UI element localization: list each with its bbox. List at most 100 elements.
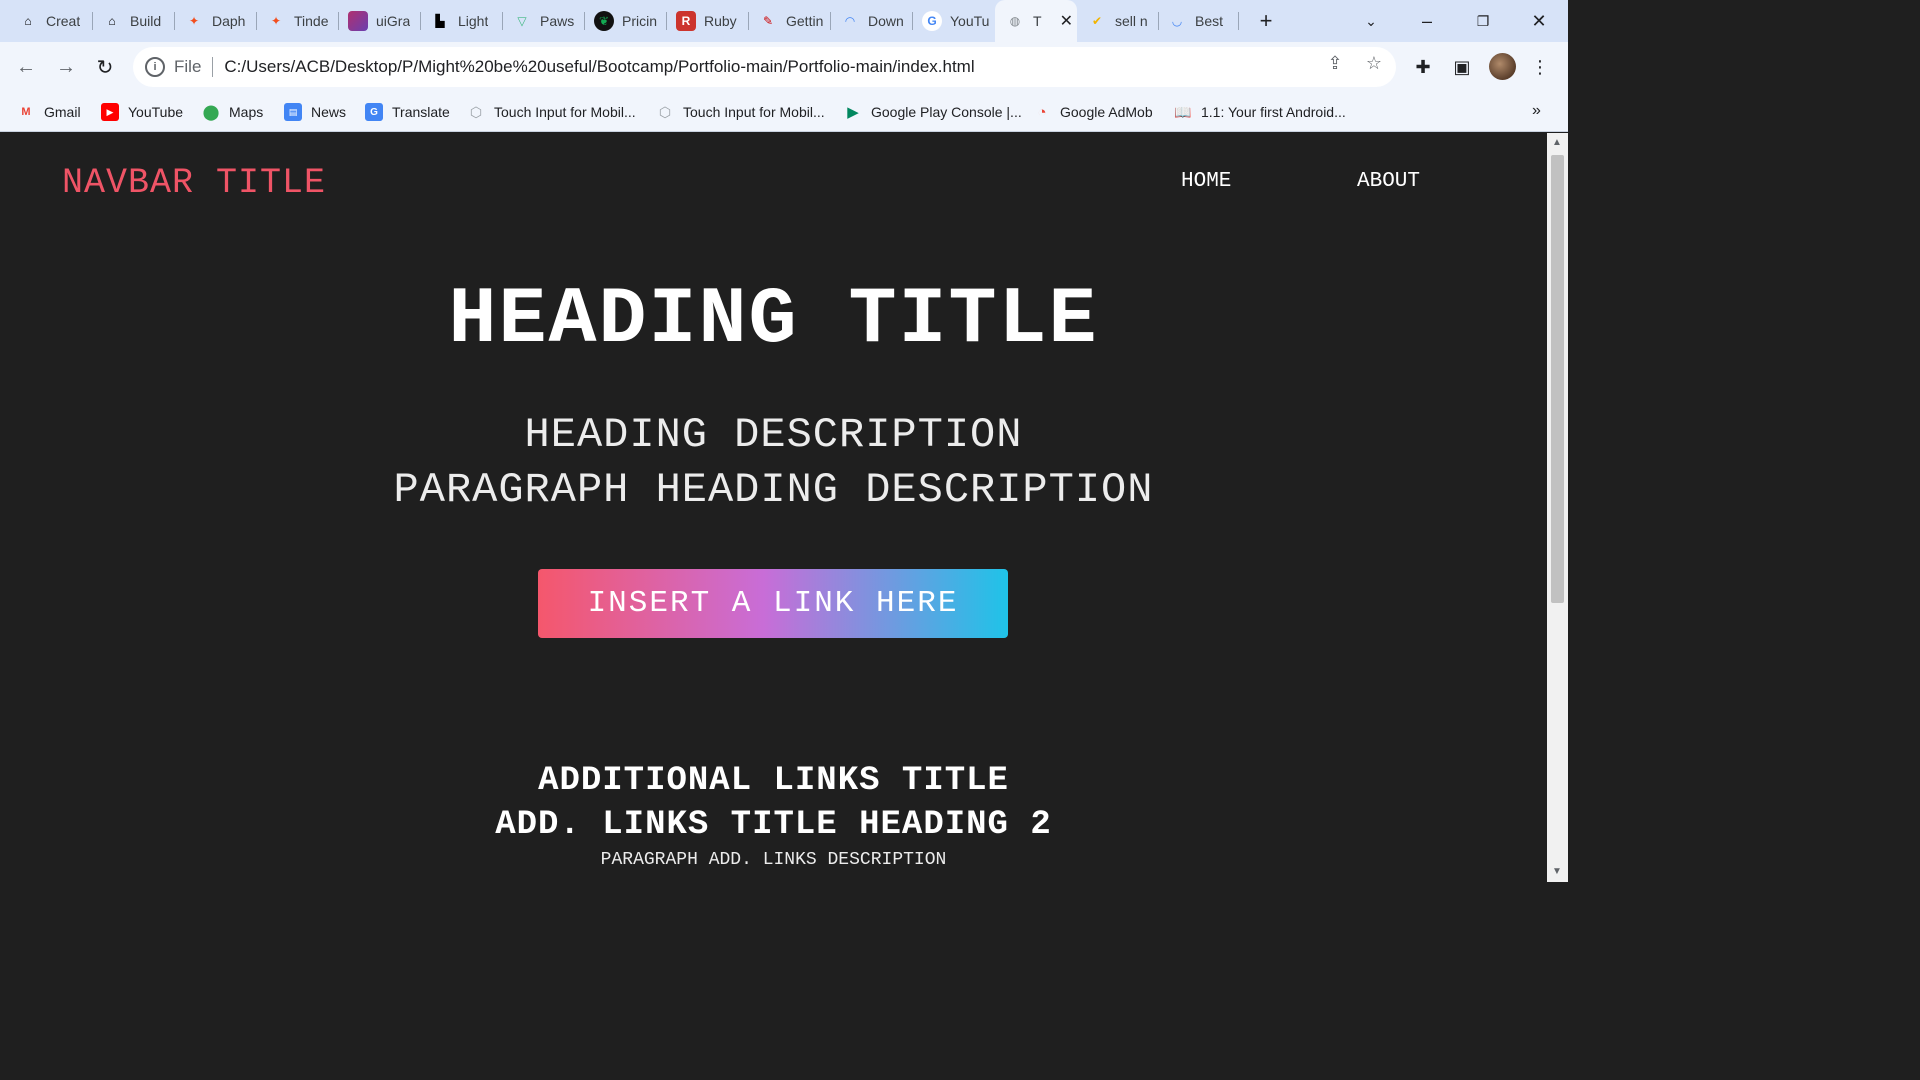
translate-icon: G <box>365 103 383 121</box>
share-icon[interactable]: ⇪ <box>1324 52 1346 74</box>
close-window-icon[interactable]: ✕ <box>1526 8 1552 34</box>
address-url[interactable]: C:/Users/ACB/Desktop/P/Might%20be%20usef… <box>224 57 974 77</box>
address-divider <box>212 57 214 77</box>
news-icon: ▤ <box>284 103 302 121</box>
tab-title: Pricin <box>622 13 658 29</box>
tab-item[interactable]: ✔ sell n <box>1077 8 1159 34</box>
lighthouse-icon: ▙ <box>435 14 445 28</box>
unity-icon: ⬡ <box>469 103 483 120</box>
address-scheme: File <box>174 57 202 76</box>
tab-title: sell n <box>1115 13 1148 29</box>
additional-links-heading-2: ADD. LINKS TITLE HEADING 2 <box>495 806 1052 844</box>
profile-avatar[interactable] <box>1489 53 1516 80</box>
figma-icon: ✦ <box>188 14 200 28</box>
check-circle-icon: ✔ <box>1091 14 1103 28</box>
tab-item[interactable]: ✦ Daph <box>166 8 257 34</box>
restore-icon[interactable]: ❐ <box>1470 8 1496 34</box>
tab-title: Tinde <box>294 13 329 29</box>
figma-icon: ✦ <box>270 14 282 28</box>
tab-item[interactable]: ✦ Tinde <box>248 8 339 34</box>
tab-title: YouTu <box>950 13 990 29</box>
tab-item[interactable]: ⌂ Build <box>84 8 175 34</box>
bookmark-touch-input-2[interactable]: ⬡ Touch Input for Mobil... <box>656 101 825 123</box>
bookmark-touch-input-1[interactable]: ⬡ Touch Input for Mobil... <box>467 101 636 123</box>
tab-title: Paws <box>540 13 575 29</box>
admob-icon: ◔ <box>1037 103 1047 121</box>
bookmark-label: Translate <box>392 104 450 120</box>
scroll-down-arrow-icon[interactable]: ▼ <box>1552 866 1562 877</box>
navbar-title[interactable]: NAVBAR TITLE <box>62 163 326 203</box>
bookmark-translate[interactable]: G Translate <box>365 101 450 123</box>
google-icon: G <box>922 11 942 31</box>
tab-title: Gettin <box>786 13 824 29</box>
minimize-icon[interactable]: – <box>1414 8 1440 34</box>
back-arrow-icon[interactable]: ← <box>13 54 39 80</box>
tab-item[interactable]: ⌂ Creat <box>0 8 93 34</box>
unity-icon: ⬡ <box>658 103 672 120</box>
tab-title: uiGra <box>376 13 411 29</box>
tab-title: Daph <box>212 13 246 29</box>
loading-icon: ◡ <box>1172 14 1182 28</box>
bookmark-admob[interactable]: ◔ Google AdMob <box>1033 101 1152 123</box>
side-panel-icon[interactable]: ▣ <box>1450 55 1474 79</box>
close-tab-icon[interactable]: ✕ <box>1060 11 1073 31</box>
bookmark-news[interactable]: ▤ News <box>284 101 346 123</box>
tab-item[interactable]: ✎ Gettin <box>740 8 831 34</box>
cta-link-button[interactable]: INSERT A LINK HERE <box>538 569 1008 638</box>
bookmark-label: YouTube <box>128 104 184 120</box>
bookmark-label: 1.1: Your first Android... <box>1201 104 1346 120</box>
scroll-up-arrow-icon[interactable]: ▲ <box>1552 137 1562 148</box>
tab-title: Build <box>130 13 162 29</box>
tab-item[interactable]: uiGra <box>330 8 421 34</box>
rainbow-icon: ◠ <box>845 14 855 28</box>
tab-strip: ⌂ Creat ⌂ Build ✦ Daph ✦ Tinde uiGra ▙ L… <box>0 0 1568 42</box>
nav-link-about[interactable]: ABOUT <box>1357 170 1420 193</box>
tab-item[interactable]: ▽ Paws <box>494 8 585 34</box>
extensions-puzzle-icon[interactable]: ✚ <box>1411 55 1435 79</box>
play-icon: ▶ <box>847 104 859 121</box>
tab-item[interactable]: ❦ Pricin <box>576 8 667 34</box>
tab-active[interactable]: ◍ T ✕ <box>995 0 1077 42</box>
tab-title: Light <box>458 13 489 29</box>
mongodb-leaf-icon: ❦ <box>594 11 614 31</box>
page-viewport: NAVBAR TITLE HOME ABOUT HEADING TITLE HE… <box>0 133 1547 882</box>
tab-item[interactable]: R Ruby <box>658 8 749 34</box>
tab-title: Best <box>1195 13 1224 29</box>
hero-paragraph: PARAGRAPH HEADING DESCRIPTION <box>393 466 1154 514</box>
bookmark-label: Maps <box>229 104 264 120</box>
tab-item[interactable]: G YouTu <box>904 8 995 34</box>
bookmark-play-console[interactable]: ▶ Google Play Console |... <box>844 101 1022 123</box>
tab-search-chevron-icon[interactable]: ⌄ <box>1358 8 1384 34</box>
new-tab-icon[interactable]: + <box>1253 8 1279 34</box>
bookmark-label: Touch Input for Mobil... <box>683 104 825 120</box>
address-bar[interactable]: i File C:/Users/ACB/Desktop/P/Might%20be… <box>133 47 1396 87</box>
bookmark-maps[interactable]: ⬤ Maps <box>202 101 264 123</box>
tab-title: Creat <box>46 13 81 29</box>
scrollbar-thumb[interactable] <box>1551 155 1564 603</box>
vue-icon: ▽ <box>517 14 527 28</box>
maps-pin-icon: ⬤ <box>202 104 220 121</box>
youtube-icon: ▶ <box>101 103 119 121</box>
hero-title: HEADING TITLE <box>448 275 1099 366</box>
browser-toolbar: ← → ↻ i File C:/Users/ACB/Desktop/P/Migh… <box>0 42 1568 92</box>
bookmarks-overflow-icon[interactable]: » <box>1532 100 1541 122</box>
bookmark-label: Gmail <box>44 104 81 120</box>
book-icon: 📖 <box>1174 103 1192 120</box>
tab-item[interactable]: ◡ Best <box>1159 8 1239 34</box>
globe-icon: ◍ <box>1009 14 1021 28</box>
bookmark-android-codelab[interactable]: 📖 1.1: Your first Android... <box>1174 101 1346 123</box>
page-scrollbar[interactable]: ▲ ▼ <box>1547 133 1568 882</box>
reload-icon[interactable]: ↻ <box>92 54 118 80</box>
tab-item[interactable]: ◠ Down <box>822 8 913 34</box>
more-menu-icon[interactable]: ⋮ <box>1528 55 1552 79</box>
bookmark-youtube[interactable]: ▶ YouTube <box>101 101 183 123</box>
uigradient-icon <box>348 11 368 31</box>
tab-item[interactable]: ▙ Light <box>412 8 503 34</box>
tab-title: Ruby <box>704 13 737 29</box>
nav-link-home[interactable]: HOME <box>1181 170 1231 193</box>
forward-arrow-icon[interactable]: → <box>53 54 79 80</box>
tab-title: Down <box>868 13 904 29</box>
bookmark-gmail[interactable]: M Gmail <box>17 101 81 123</box>
bookmark-star-icon[interactable]: ☆ <box>1363 52 1385 74</box>
site-info-icon[interactable]: i <box>145 57 165 77</box>
